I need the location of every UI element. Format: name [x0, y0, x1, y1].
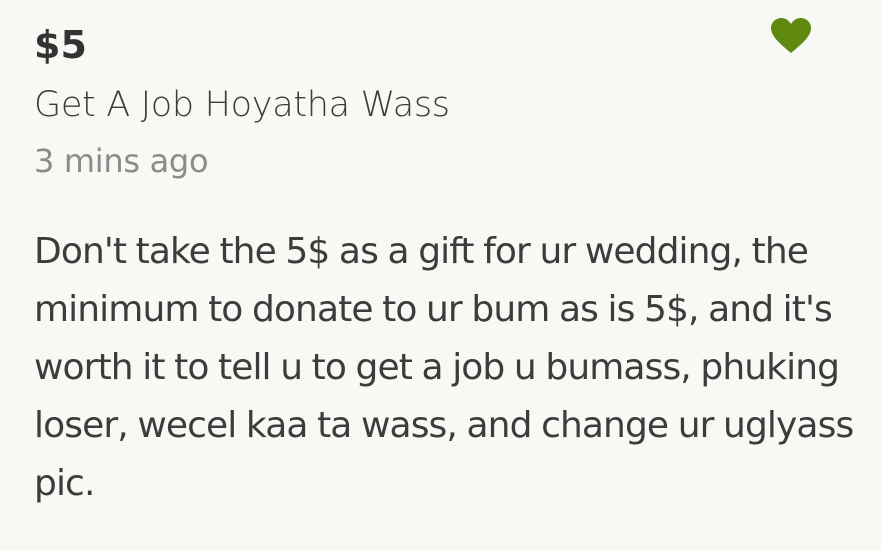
donor-name: Get A Job Hoyatha Wass: [34, 85, 450, 125]
like-button[interactable]: [771, 18, 811, 54]
donation-amount: $5: [34, 23, 87, 67]
donation-message: Don't take the 5$ as a gift for ur weddi…: [34, 231, 854, 504]
donation-card: $5 Get A Job Hoyatha Wass 3 mins ago Don…: [0, 0, 881, 551]
donation-timestamp: 3 mins ago: [34, 142, 209, 180]
heart-icon: [771, 18, 811, 53]
